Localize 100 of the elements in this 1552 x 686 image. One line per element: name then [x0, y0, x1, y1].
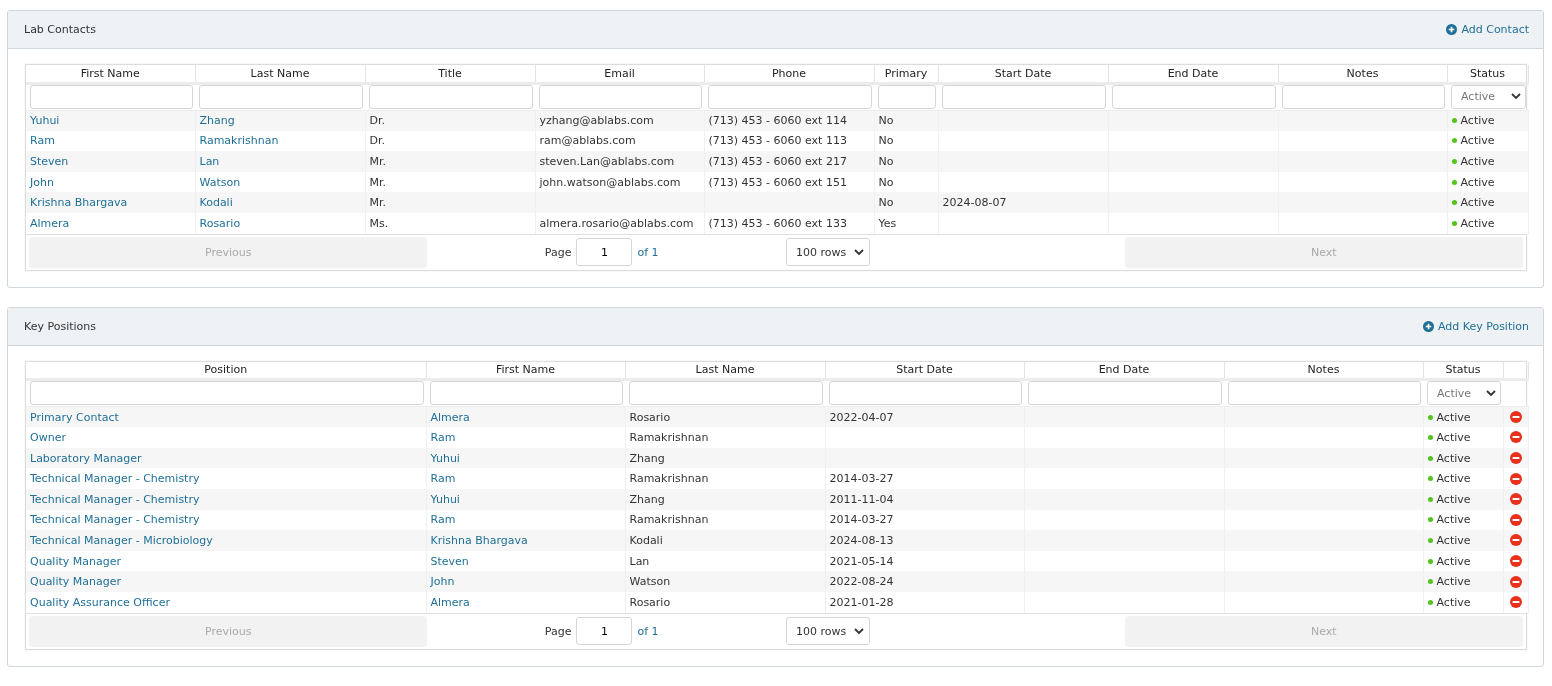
filter-field[interactable] — [878, 84, 936, 109]
status-text: Active — [1460, 155, 1495, 168]
column-header[interactable]: Phone — [771, 66, 807, 80]
filter-field[interactable] — [369, 84, 533, 109]
add-link[interactable]: Add Contact — [1446, 23, 1529, 36]
name-link[interactable]: Primary Contact — [30, 410, 119, 424]
column-header[interactable]: Notes — [1307, 363, 1340, 377]
remove-icon[interactable] — [1509, 452, 1522, 465]
name-link[interactable]: Quality Manager — [30, 554, 122, 568]
table-cell-text: john.watson@ablabs.com — [539, 175, 681, 189]
filter-field[interactable] — [1112, 84, 1276, 109]
status-dot — [1451, 159, 1457, 164]
name-link[interactable]: Lan — [199, 155, 220, 168]
name-link[interactable]: Yuhui — [430, 492, 460, 506]
name-link[interactable]: Kodali — [199, 196, 233, 210]
status-filter-select[interactable]: Active — [1427, 381, 1501, 406]
filter-field[interactable] — [1228, 381, 1421, 406]
name-link[interactable]: Almera — [430, 595, 470, 609]
name-link[interactable]: Technical Manager - Chemistry — [30, 492, 200, 506]
filter-field[interactable] — [629, 381, 823, 406]
table-cell-text: No — [878, 114, 894, 128]
name-link[interactable]: John — [430, 575, 455, 589]
name-link[interactable]: John — [30, 175, 54, 189]
column-header[interactable]: End Date — [1098, 363, 1150, 377]
remove-icon[interactable] — [1509, 411, 1522, 424]
remove-icon[interactable] — [1509, 472, 1522, 485]
status-text: Active — [1436, 595, 1471, 609]
filter-field[interactable] — [30, 84, 193, 109]
column-header[interactable]: Start Date — [994, 66, 1052, 80]
name-link[interactable]: Zhang — [199, 114, 235, 128]
name-link[interactable]: Technical Manager - Chemistry — [30, 513, 200, 527]
name-link[interactable]: Quality Manager — [30, 575, 122, 589]
table-cell-text: ram@ablabs.com — [539, 134, 636, 148]
name-link[interactable]: Ram — [430, 472, 456, 486]
name-link[interactable]: Ram — [430, 513, 456, 527]
status-filter-select[interactable]: Active — [1451, 84, 1526, 109]
filter-field[interactable] — [30, 381, 424, 406]
column-header[interactable]: Last Name — [695, 363, 755, 377]
filter-field[interactable] — [708, 84, 872, 109]
name-link[interactable]: Yuhui — [430, 451, 460, 465]
name-link[interactable]: Krishna Bhargava — [430, 533, 528, 547]
name-link[interactable]: Technical Manager - Microbiology — [30, 533, 213, 547]
rows-per-page-select[interactable]: 100 rows — [786, 238, 871, 267]
name-link[interactable]: Laboratory Manager — [30, 451, 142, 465]
name-link[interactable]: Yuhui — [30, 114, 60, 128]
page-count-link[interactable]: of 1 — [637, 624, 659, 638]
chevron-down-icon — [854, 627, 865, 635]
status-dot — [1427, 476, 1433, 482]
table-cell-text: 2022-04-07 — [829, 410, 894, 424]
filter-field[interactable] — [829, 381, 1022, 406]
page-number-field[interactable]: 1 — [576, 617, 633, 645]
column-header[interactable]: Last Name — [250, 66, 310, 80]
name-link[interactable]: Owner — [30, 430, 66, 444]
page-number-field[interactable]: 1 — [576, 238, 633, 267]
column-header[interactable]: Email — [604, 66, 635, 80]
status-dot — [1427, 517, 1433, 523]
filter-field[interactable] — [1028, 381, 1222, 406]
filter-field[interactable] — [942, 84, 1106, 109]
column-header[interactable]: Status — [1445, 363, 1481, 377]
filter-field[interactable] — [539, 84, 702, 109]
column-header[interactable]: Notes — [1346, 66, 1379, 80]
column-header[interactable]: Primary — [884, 66, 928, 80]
page-count-link[interactable]: of 1 — [637, 245, 659, 259]
name-link[interactable]: Rosario — [199, 216, 241, 230]
remove-icon[interactable] — [1509, 513, 1522, 526]
table-cell-text: (713) 453 - 6060 ext 151 — [708, 175, 847, 189]
add-link[interactable]: Add Key Position — [1422, 319, 1529, 333]
remove-icon[interactable] — [1509, 534, 1522, 547]
filter-field[interactable] — [199, 84, 363, 109]
status-dot — [1451, 118, 1457, 124]
remove-icon[interactable] — [1509, 431, 1522, 444]
name-link[interactable]: Almera — [30, 216, 70, 230]
name-link[interactable]: Steven — [30, 155, 69, 168]
status-text: Active — [1436, 430, 1471, 444]
status-dot — [1427, 414, 1433, 420]
column-header[interactable]: Title — [438, 66, 462, 80]
rows-per-page-select[interactable]: 100 rows — [786, 617, 871, 645]
filter-field[interactable] — [430, 381, 623, 406]
name-link[interactable]: Almera — [430, 410, 470, 424]
column-header[interactable]: First Name — [80, 66, 140, 80]
name-link[interactable]: Ramakrishnan — [199, 134, 279, 148]
name-link[interactable]: Quality Assurance Officer — [30, 595, 170, 609]
column-header[interactable]: Status — [1469, 66, 1506, 80]
column-header[interactable]: First Name — [495, 363, 556, 377]
remove-icon[interactable] — [1509, 596, 1522, 609]
column-header[interactable]: Start Date — [896, 363, 953, 377]
column-header[interactable]: Position — [204, 363, 248, 377]
name-link[interactable]: Watson — [199, 175, 241, 189]
table-cell-text: 2022-08-24 — [829, 575, 894, 589]
remove-icon[interactable] — [1509, 555, 1522, 567]
column-header[interactable]: End Date — [1167, 66, 1219, 80]
name-link[interactable]: Ram — [430, 430, 456, 444]
remove-icon[interactable] — [1509, 493, 1522, 506]
name-link[interactable]: Steven — [430, 554, 469, 568]
name-link[interactable]: Technical Manager - Chemistry — [30, 472, 200, 486]
name-link[interactable]: Krishna Bhargava — [30, 196, 128, 210]
name-link[interactable]: Ram — [30, 134, 55, 148]
table-cell-text: Dr. — [369, 134, 385, 148]
filter-field[interactable] — [1282, 84, 1445, 109]
remove-icon[interactable] — [1509, 575, 1522, 588]
